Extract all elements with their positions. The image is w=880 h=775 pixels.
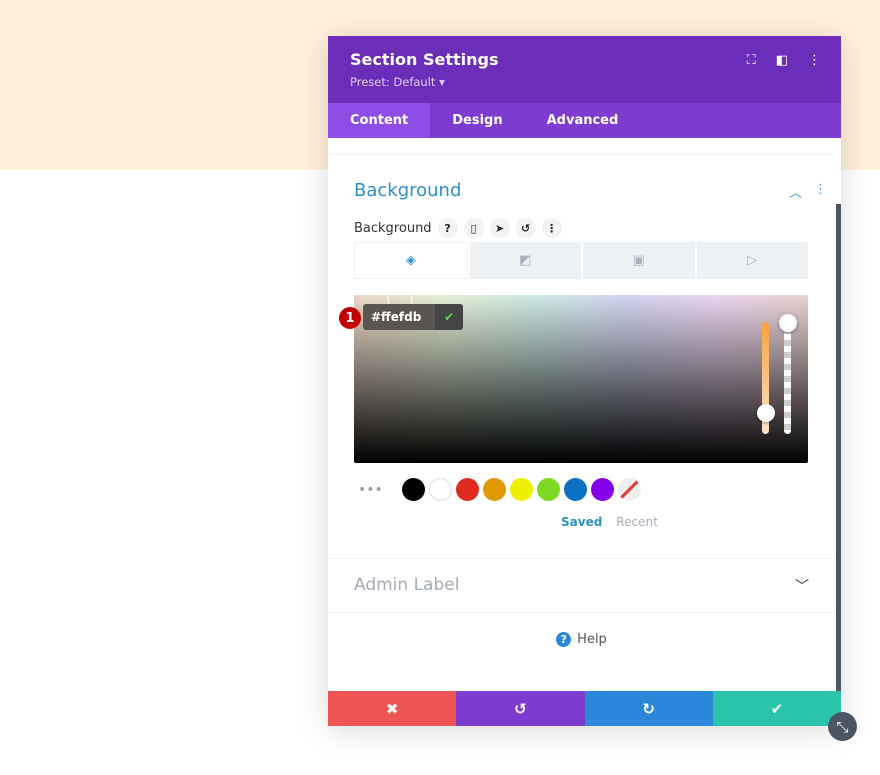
- resize-icon[interactable]: ⤡: [828, 712, 857, 741]
- saved-tab[interactable]: Saved: [561, 515, 602, 529]
- color-swatch[interactable]: [591, 478, 614, 501]
- hue-slider-handle[interactable]: [757, 404, 775, 422]
- cancel-button[interactable]: ✖: [328, 691, 457, 726]
- annotation-badge: 1: [339, 307, 361, 329]
- focus-icon[interactable]: ⛶: [747, 53, 756, 68]
- check-icon[interactable]: ✔: [435, 304, 463, 330]
- image-icon[interactable]: ▣: [583, 242, 695, 279]
- modal-header: Section Settings Preset: Default ▾ ⛶ ◧ ⋮: [328, 36, 841, 103]
- color-swatch[interactable]: [564, 478, 587, 501]
- admin-label-title[interactable]: Admin Label: [354, 575, 459, 595]
- divider: [328, 154, 835, 155]
- alpha-slider-handle[interactable]: [779, 314, 797, 332]
- chevron-down-icon[interactable]: ﹀: [795, 576, 809, 596]
- video-icon[interactable]: ▷: [696, 242, 808, 279]
- help-icon[interactable]: ?: [437, 218, 458, 238]
- background-field-label: Background: [354, 220, 432, 236]
- hex-value[interactable]: #ffefdb: [363, 304, 435, 330]
- chevron-up-icon[interactable]: ︿: [789, 182, 802, 201]
- preset-dropdown[interactable]: Preset: Default ▾: [350, 75, 819, 89]
- cursor-icon[interactable]: ➤: [489, 218, 510, 238]
- hex-input[interactable]: #ffefdb ✔: [363, 304, 463, 330]
- more-swatches-icon[interactable]: •••: [358, 482, 398, 498]
- no-color-swatch[interactable]: [618, 478, 641, 501]
- modal-body: Background ︿ ⋮ Background ? ▯ ➤ ↺ ⋮ ◈ ◩ ▣…: [328, 138, 841, 691]
- tab-advanced[interactable]: Advanced: [525, 103, 641, 138]
- help-icon: ?: [556, 631, 572, 647]
- color-swatch[interactable]: [402, 478, 425, 501]
- more-vertical-icon[interactable]: ⋮: [808, 53, 821, 68]
- background-section-title[interactable]: Background: [354, 180, 461, 201]
- color-swatch[interactable]: [429, 478, 452, 501]
- save-button[interactable]: ✔: [712, 691, 841, 726]
- more-icon[interactable]: ⋮: [541, 218, 562, 238]
- redo-button[interactable]: ↻: [584, 691, 713, 726]
- scrollbar[interactable]: [836, 204, 841, 691]
- color-swatch[interactable]: [483, 478, 506, 501]
- settings-tabs: Content Design Advanced: [328, 103, 841, 138]
- color-swatch[interactable]: [510, 478, 533, 501]
- undo-button[interactable]: ↺: [456, 691, 585, 726]
- color-swatch[interactable]: [456, 478, 479, 501]
- sidebar-layout-icon[interactable]: ◧: [776, 53, 788, 68]
- mobile-icon[interactable]: ▯: [463, 218, 484, 238]
- help-link[interactable]: ? Help: [328, 612, 835, 666]
- gradient-icon[interactable]: ◩: [469, 242, 581, 279]
- recent-tab[interactable]: Recent: [616, 515, 657, 529]
- tab-content[interactable]: Content: [328, 103, 431, 138]
- divider: [328, 558, 835, 559]
- tab-design[interactable]: Design: [430, 103, 524, 138]
- color-fill-icon[interactable]: ◈: [354, 242, 468, 279]
- help-label: Help: [577, 631, 607, 647]
- reset-icon[interactable]: ↺: [515, 218, 536, 238]
- alpha-slider[interactable]: [784, 322, 791, 434]
- more-vertical-icon[interactable]: ⋮: [814, 182, 827, 201]
- color-swatch[interactable]: [537, 478, 560, 501]
- section-settings-modal: Section Settings Preset: Default ▾ ⛶ ◧ ⋮…: [328, 36, 841, 726]
